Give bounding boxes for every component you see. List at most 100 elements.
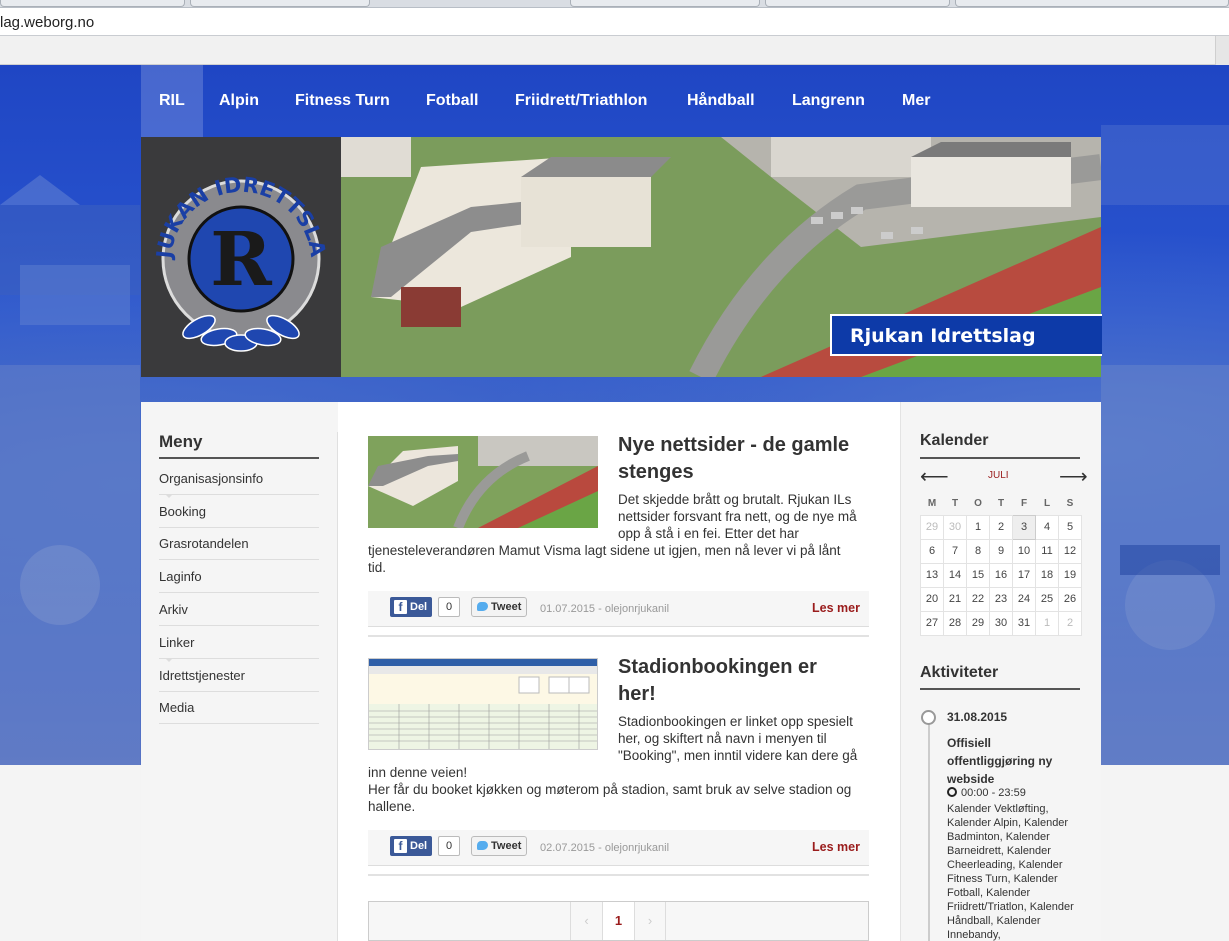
post-thumbnail[interactable] bbox=[368, 436, 598, 528]
pagination-page[interactable]: 1 bbox=[602, 902, 634, 940]
browser-tab[interactable] bbox=[955, 0, 1229, 7]
calendar-day[interactable]: 22 bbox=[966, 586, 990, 612]
calendar-day[interactable]: 18 bbox=[1035, 562, 1059, 588]
sidebar-item-media[interactable]: Media bbox=[159, 691, 319, 724]
pagination-prev[interactable]: ‹ bbox=[570, 902, 602, 940]
nav-item-langrenn[interactable]: Langrenn bbox=[792, 65, 865, 137]
calendar-day[interactable]: 20 bbox=[920, 586, 944, 612]
calendar-day[interactable]: 12 bbox=[1058, 538, 1082, 564]
calendar-day[interactable]: 14 bbox=[943, 562, 967, 588]
calendar-day[interactable]: 13 bbox=[920, 562, 944, 588]
activity-title[interactable]: Offisiell offentliggjøring ny webside bbox=[947, 734, 1077, 788]
weekday-label: L bbox=[1043, 498, 1051, 510]
calendar-day[interactable]: 28 bbox=[943, 610, 967, 636]
hero-banner: RJUKAN IDRETTSLAG R bbox=[132, 118, 1102, 377]
calendar-day[interactable]: 17 bbox=[1012, 562, 1036, 588]
nav-item-alpin[interactable]: Alpin bbox=[219, 65, 259, 137]
calendar-day[interactable]: 4 bbox=[1035, 514, 1059, 540]
sidebar-item-arkiv[interactable]: Arkiv bbox=[159, 593, 319, 626]
calendar-day[interactable]: 1 bbox=[966, 514, 990, 540]
calendar-day[interactable]: 26 bbox=[1058, 586, 1082, 612]
club-logo[interactable]: RJUKAN IDRETTSLAG R bbox=[132, 118, 341, 377]
browser-tab-strip bbox=[0, 0, 1229, 8]
calendar-day[interactable]: 2 bbox=[989, 514, 1013, 540]
calendar-day[interactable]: 25 bbox=[1035, 586, 1059, 612]
activity-time: 00:00 - 23:59 bbox=[947, 787, 1026, 799]
nav-item-fitness-turn[interactable]: Fitness Turn bbox=[295, 65, 390, 137]
browser-tab[interactable] bbox=[570, 0, 760, 7]
calendar-day[interactable]: 9 bbox=[989, 538, 1013, 564]
activity-categories: Kalender Vektløfting, Kalender Alpin, Ka… bbox=[947, 803, 1074, 941]
calendar-day[interactable]: 31 bbox=[1012, 610, 1036, 636]
calendar-day[interactable]: 29 bbox=[966, 610, 990, 636]
calendar-day[interactable]: 23 bbox=[989, 586, 1013, 612]
tweet-button[interactable]: Tweet bbox=[471, 597, 527, 617]
sidebar-item-label: Linker bbox=[159, 635, 195, 650]
calendar-day[interactable]: 16 bbox=[989, 562, 1013, 588]
post-author[interactable]: - olejonrjukanil bbox=[598, 842, 669, 854]
main-content: Meny Organisasjonsinfo Booking Grasrotan… bbox=[141, 402, 1101, 941]
post-title[interactable]: stenges bbox=[618, 459, 694, 486]
calendar-day[interactable]: 6 bbox=[920, 538, 944, 564]
scrollbar[interactable] bbox=[1215, 36, 1229, 65]
calendar-day[interactable]: 30 bbox=[989, 610, 1013, 636]
facebook-share-button[interactable]: f Del bbox=[390, 597, 432, 617]
post-excerpt: Her får du booket kjøkken og møterom på … bbox=[368, 782, 852, 797]
sidebar-item-grasrotandelen[interactable]: Grasrotandelen bbox=[159, 527, 319, 560]
facebook-share-button[interactable]: f Del bbox=[390, 836, 432, 856]
browser-tab[interactable] bbox=[765, 0, 950, 7]
post-thumbnail[interactable] bbox=[368, 658, 598, 750]
calendar-day[interactable]: 10 bbox=[1012, 538, 1036, 564]
sidebar-item-idrettstjenester[interactable]: Idrettstjenester bbox=[159, 659, 319, 692]
calendar-day[interactable]: 27 bbox=[920, 610, 944, 636]
weekday-label: F bbox=[1020, 498, 1028, 510]
pagination: ‹ 1 › bbox=[368, 901, 869, 941]
calendar-day[interactable]: 19 bbox=[1058, 562, 1082, 588]
calendar-day[interactable]: 29 bbox=[920, 514, 944, 540]
facebook-share-label: Del bbox=[410, 601, 428, 613]
calendar-heading: Kalender bbox=[920, 432, 989, 449]
post-author[interactable]: - olejonrjukanil bbox=[598, 603, 669, 615]
nav-item-fotball[interactable]: Fotball bbox=[426, 65, 478, 137]
activity-date: 31.08.2015 bbox=[947, 710, 1008, 724]
calendar-day[interactable]: 2 bbox=[1058, 610, 1082, 636]
read-more-link[interactable]: Les mer bbox=[812, 840, 860, 854]
activities-heading: Aktiviteter bbox=[920, 664, 999, 681]
calendar-day[interactable]: 24 bbox=[1012, 586, 1036, 612]
share-bar: f Del 0 Tweet 02.07.2015 - olejonrjukanil… bbox=[368, 830, 869, 866]
nav-item-friidrett[interactable]: Friidrett/Triathlon bbox=[515, 65, 647, 137]
calendar-next-arrow[interactable]: ⟶ bbox=[1059, 464, 1088, 489]
calendar-prev-arrow[interactable]: ⟵ bbox=[920, 464, 949, 489]
address-bar[interactable]: lag.weborg.no bbox=[0, 8, 1229, 36]
sidebar-item-linker[interactable]: Linker bbox=[159, 626, 319, 662]
post-title[interactable]: Stadionbookingen er bbox=[618, 654, 817, 681]
post-title[interactable]: her! bbox=[618, 681, 656, 708]
calendar-day[interactable]: 8 bbox=[966, 538, 990, 564]
calendar-day-today[interactable]: 3 bbox=[1012, 514, 1036, 540]
tweet-button[interactable]: Tweet bbox=[471, 836, 527, 856]
calendar-day[interactable]: 30 bbox=[943, 514, 967, 540]
post-title[interactable]: Nye nettsider - de gamle bbox=[618, 432, 849, 459]
nav-item-handball[interactable]: Håndball bbox=[687, 65, 755, 137]
twitter-bird-icon bbox=[477, 602, 488, 611]
calendar-day[interactable]: 11 bbox=[1035, 538, 1059, 564]
address-text[interactable]: lag.weborg.no bbox=[0, 14, 94, 31]
sidebar-item-booking[interactable]: Booking bbox=[159, 495, 319, 528]
calendar-day[interactable]: 7 bbox=[943, 538, 967, 564]
post-excerpt: nettsider forsvant fra nett, og de nye m… bbox=[618, 509, 857, 524]
nav-item-ril[interactable]: RIL bbox=[141, 65, 203, 137]
sidebar-item-laginfo[interactable]: Laginfo bbox=[159, 560, 319, 593]
nav-item-mer[interactable]: Mer bbox=[902, 65, 930, 137]
pagination-next[interactable]: › bbox=[634, 902, 666, 940]
post-excerpt: opp å stå i en fei. Etter det har bbox=[618, 526, 799, 541]
calendar-day[interactable]: 21 bbox=[943, 586, 967, 612]
svg-text:R: R bbox=[210, 217, 272, 303]
browser-tab[interactable] bbox=[0, 0, 185, 7]
calendar-day[interactable]: 15 bbox=[966, 562, 990, 588]
calendar-day[interactable]: 1 bbox=[1035, 610, 1059, 636]
browser-tab[interactable] bbox=[190, 0, 370, 7]
sidebar-item-organisasjonsinfo[interactable]: Organisasjonsinfo bbox=[159, 462, 319, 498]
read-more-link[interactable]: Les mer bbox=[812, 601, 860, 615]
calendar-day[interactable]: 5 bbox=[1058, 514, 1082, 540]
clock-icon bbox=[947, 787, 957, 797]
